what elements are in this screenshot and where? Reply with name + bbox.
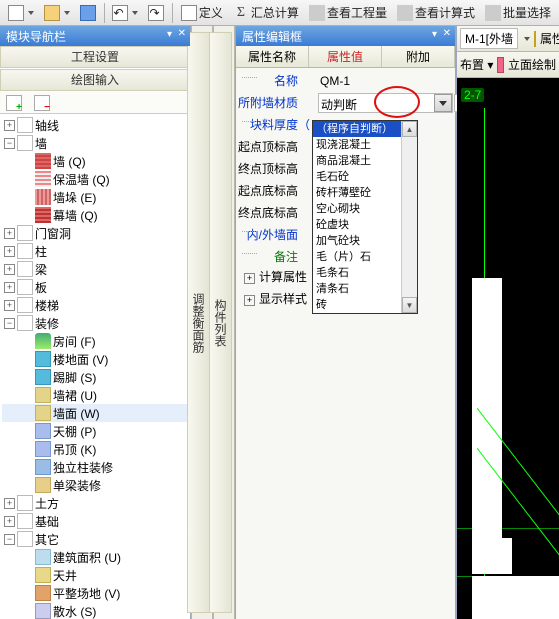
property-grid-header: 属性名称 属性值 附加	[236, 46, 455, 68]
prop-row-name[interactable]: 名称QM-1	[238, 70, 453, 92]
tree-node-dado[interactable]: 墙裙 (U)	[2, 386, 188, 404]
project-settings-tab[interactable]: 工程设置	[0, 46, 190, 68]
attr-button[interactable]: 属性	[540, 30, 559, 47]
entity-selector[interactable]: M-1[外墙	[460, 28, 518, 49]
tree-node-foundation[interactable]: +基础	[2, 512, 188, 530]
undo-button[interactable]: ↶	[108, 3, 142, 23]
prop-row-material[interactable]: 所附墙材质 动判断	[238, 92, 453, 114]
right-toolbar-1: M-1[外墙 属性	[457, 26, 559, 52]
header-value: 属性值	[309, 46, 382, 67]
nav-tree: +轴线 −墙 墙 (Q) 保温墙 (Q) 墙垛 (E) 幕墙 (Q) +门窗洞 …	[0, 114, 190, 619]
tree-node-finish[interactable]: −装修	[2, 314, 188, 332]
material-dropdown-button[interactable]	[434, 94, 452, 112]
redo-button[interactable]: ↷	[144, 3, 168, 23]
tree-node-wall-pier[interactable]: 墙垛 (E)	[2, 188, 188, 206]
tree-node-stair[interactable]: +楼梯	[2, 296, 188, 314]
tree-node-earth[interactable]: +土方	[2, 494, 188, 512]
tree-node-build-area[interactable]: 建筑面积 (U)	[2, 548, 188, 566]
tree-node-column[interactable]: +柱	[2, 242, 188, 260]
scroll-up-icon[interactable]: ▲	[402, 121, 417, 137]
batch-select-button[interactable]: 批量选择	[481, 2, 555, 23]
drawing-canvas[interactable]: 2-7	[457, 78, 559, 619]
pin-icon[interactable]: ▾	[167, 29, 172, 40]
view-quantity-button[interactable]: 查看工程量	[305, 2, 391, 23]
main-toolbar: ↶ ↷ 定义 Σ汇总计算 查看工程量 查看计算式 批量选择	[0, 0, 559, 26]
tree-node-other[interactable]: −其它	[2, 530, 188, 548]
tree-node-axis[interactable]: +轴线	[2, 116, 188, 134]
property-panel: 属性编辑框 ▾ ✕ 属性名称 属性值 附加 名称QM-1 所附墙材质 动判断 块…	[235, 26, 456, 619]
pin-icon[interactable]: ▾	[432, 29, 437, 40]
elevation-icon[interactable]	[497, 57, 504, 73]
tree-node-sanshui[interactable]: 散水 (S)	[2, 602, 188, 619]
tree-node-slab[interactable]: +板	[2, 278, 188, 296]
expand-icon[interactable]: +	[244, 295, 255, 306]
tree-node-suspended-ceiling[interactable]: 吊顶 (K)	[2, 440, 188, 458]
drawing-area-container: M-1[外墙 属性 布置 ▾ 立面绘制 2-7	[456, 26, 559, 619]
add-item-icon[interactable]: +	[6, 95, 22, 111]
tree-node-room[interactable]: 房间 (F)	[2, 332, 188, 350]
elevation-button[interactable]: 立面绘制	[508, 56, 556, 73]
tree-node-curtain-wall[interactable]: 幕墙 (Q)	[2, 206, 188, 224]
header-extra: 附加	[382, 46, 455, 67]
tree-node-floor[interactable]: 楼地面 (V)	[2, 350, 188, 368]
layout-button[interactable]: 布置 ▾	[460, 56, 493, 73]
tree-node-ceiling[interactable]: 天棚 (P)	[2, 422, 188, 440]
save-button[interactable]	[76, 3, 100, 23]
tree-node-insulation-wall[interactable]: 保温墙 (Q)	[2, 170, 188, 188]
nav-panel-title: 模块导航栏 ▾ ✕	[0, 26, 190, 46]
component-list-button[interactable]: 构件列表	[209, 32, 232, 613]
vertical-strip-list: 构件列表	[213, 26, 235, 619]
tree-node-wall[interactable]: −墙	[2, 134, 188, 152]
tree-node-wall-q[interactable]: 墙 (Q)	[2, 152, 188, 170]
sum-calc-button[interactable]: Σ汇总计算	[229, 2, 303, 23]
tree-node-beam[interactable]: +梁	[2, 260, 188, 278]
header-name: 属性名称	[236, 46, 309, 67]
dropdown-scrollbar[interactable]: ▲ ▼	[401, 121, 417, 313]
new-button[interactable]	[4, 3, 38, 23]
tree-node-wall-face[interactable]: 墙面 (W)	[2, 404, 188, 422]
remove-item-icon[interactable]: −	[34, 95, 50, 111]
define-button[interactable]: 定义	[177, 2, 227, 23]
view-formula-button[interactable]: 查看计算式	[393, 2, 479, 23]
tree-node-beam-finish[interactable]: 单梁装修	[2, 476, 188, 494]
right-toolbar-2: 布置 ▾ 立面绘制	[457, 52, 559, 78]
adjust-rebar-button[interactable]: 调整衡面筋	[187, 32, 210, 613]
material-input[interactable]: 动判断	[318, 93, 453, 113]
expand-icon[interactable]: +	[244, 273, 255, 284]
scroll-down-icon[interactable]: ▼	[402, 297, 417, 313]
open-button[interactable]	[40, 3, 74, 23]
close-icon[interactable]: ✕	[443, 28, 451, 39]
tree-node-skirting[interactable]: 踢脚 (S)	[2, 368, 188, 386]
tree-node-column-finish[interactable]: 独立柱装修	[2, 458, 188, 476]
tree-node-level-ground[interactable]: 平整场地 (V)	[2, 584, 188, 602]
tree-node-lightwell[interactable]: 天井	[2, 566, 188, 584]
attr-icon[interactable]	[534, 31, 536, 47]
tree-node-opening[interactable]: +门窗洞	[2, 224, 188, 242]
material-dropdown-list[interactable]: （程序自判断） 现浇混凝土 商品混凝土 毛石砼 砖杆薄壁砼 空心砌块 砼虚块 加…	[312, 120, 418, 314]
module-nav-panel: 模块导航栏 ▾ ✕ 工程设置 绘图输入 + − +轴线 −墙 墙 (Q) 保温墙…	[0, 26, 191, 619]
close-icon[interactable]: ✕	[178, 28, 186, 39]
nav-mini-toolbar: + −	[0, 92, 190, 114]
property-panel-title: 属性编辑框 ▾ ✕	[236, 26, 455, 46]
draw-input-tab[interactable]: 绘图输入	[0, 69, 190, 91]
axis-label: 2-7	[461, 88, 484, 102]
